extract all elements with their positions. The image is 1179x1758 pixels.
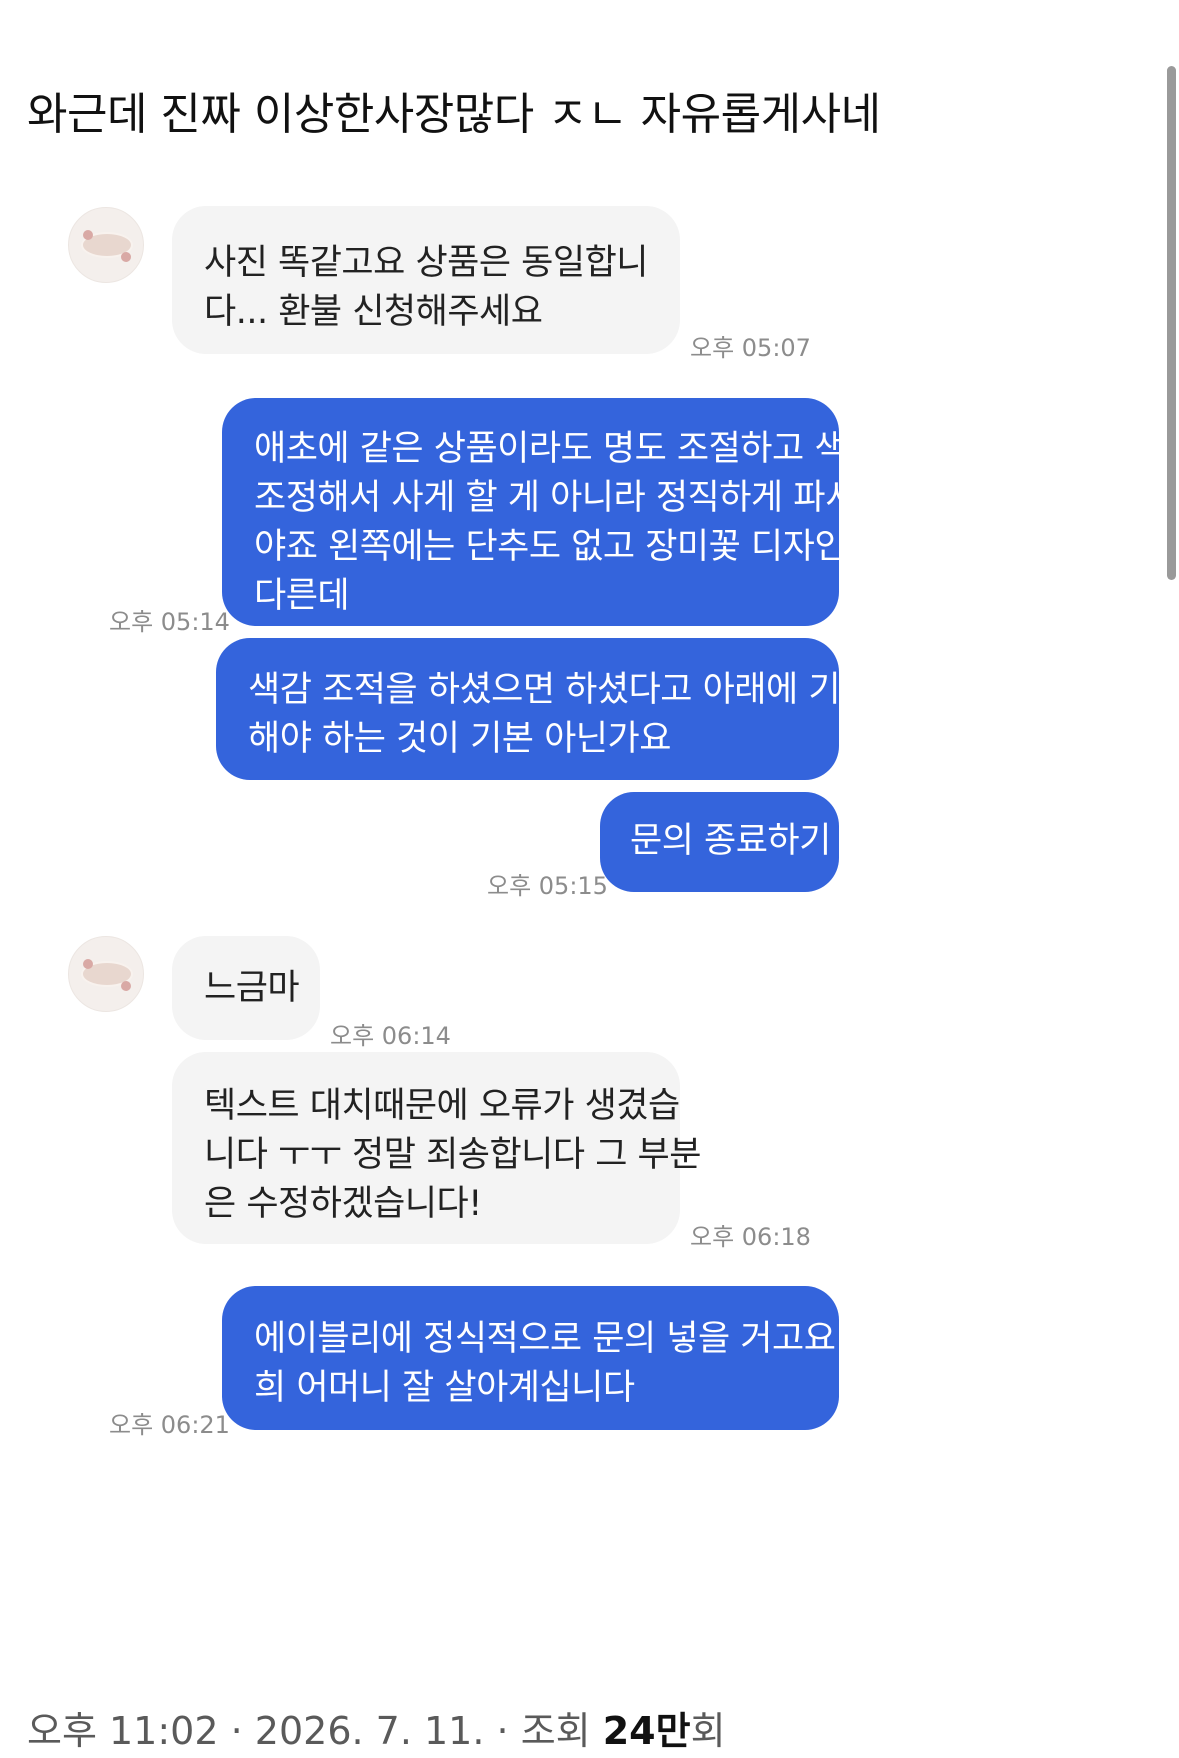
post-date: 2026. 7. 11. [254,1709,485,1753]
message-time: 오후 06:18 [690,1223,811,1251]
chat-message-incoming: 느금마 [172,936,320,1040]
message-line: 문의 종료하기 [630,821,831,861]
message-line: 은 수정하겠습니다! [204,1184,482,1224]
chat-message-incoming: 사진 똑같고요 상품은 동일합니 다... 환불 신청해주세요 [172,206,680,354]
message-line: 조정해서 사게 할 게 아니라 정직하게 파셔 [254,478,857,518]
message-line: 에이블리에 정식적으로 문의 넣을 거고요 저 [254,1319,878,1359]
shop-avatar-icon [68,207,144,283]
message-line: 야죠 왼쪽에는 단추도 없고 장미꽃 디자인도 [254,527,878,567]
chat-message-outgoing: 문의 종료하기 [600,792,839,892]
shop-avatar-icon [68,936,144,1012]
message-line: 색감 조적을 하셨으면 하셨다고 아래에 기재 [248,670,872,710]
message-time: 오후 05:14 [109,608,230,636]
views-count: 24만 [602,1709,691,1753]
message-line: 사진 똑같고요 상품은 동일합니 [204,243,648,283]
message-line: 희 어머니 잘 살아계십니다 [254,1368,635,1408]
separator: · [230,1709,243,1753]
message-line: 니다 ㅜㅜ 정말 죄송합니다 그 부분 [204,1135,701,1175]
views-suffix: 회 [690,1709,726,1753]
message-time: 오후 06:14 [330,1022,451,1050]
views-label: 조회 [520,1709,591,1753]
chat-message-incoming: 텍스트 대치때문에 오류가 생겼습 니다 ㅜㅜ 정말 죄송합니다 그 부분 은 … [172,1052,701,1244]
post-text: 와근데 진짜 이상한사장많다 ㅈㄴ 자유롭게사네 [27,89,881,140]
message-line: 다른데 [254,576,350,616]
message-time: 오후 06:21 [109,1411,230,1439]
message-line: 애초에 같은 상품이라도 명도 조절하고 색감 [254,429,878,469]
chat-message-outgoing: 색감 조적을 하셨으면 하셨다고 아래에 기재 해야 하는 것이 기본 아닌가요 [216,638,872,780]
separator: · [496,1709,509,1753]
message-line: 해야 하는 것이 기본 아닌가요 [248,719,671,759]
chat-screenshot: 사진 똑같고요 상품은 동일합니 다... 환불 신청해주세요 오후 05:07… [0,200,1179,1640]
chat-message-outgoing: 에이블리에 정식적으로 문의 넣을 거고요 저 희 어머니 잘 살아계십니다 [222,1286,878,1430]
message-line: 느금마 [204,968,300,1008]
chat-message-outgoing: 애초에 같은 상품이라도 명도 조절하고 색감 조정해서 사게 할 게 아니라 … [222,398,878,626]
message-line: 다... 환불 신청해주세요 [204,292,543,332]
message-line: 텍스트 대치때문에 오류가 생겼습 [204,1086,680,1126]
message-time: 오후 05:15 [487,872,608,900]
message-time: 오후 05:07 [690,334,811,362]
post-time: 오후 11:02 [27,1709,219,1753]
post-meta: 오후 11:02 · 2026. 7. 11. · 조회 24만회 [27,1700,726,1755]
